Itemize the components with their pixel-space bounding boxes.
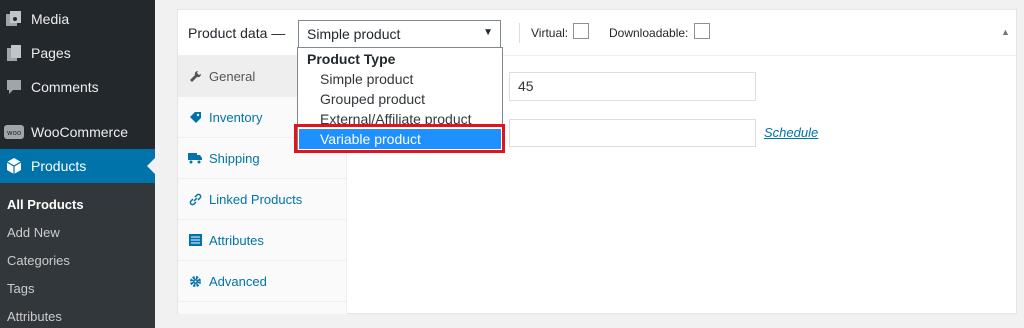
comments-icon xyxy=(4,77,24,97)
sidebar-item-media[interactable]: Media xyxy=(0,2,155,36)
tab-label: Inventory xyxy=(209,109,263,125)
woocommerce-icon: woo xyxy=(4,122,24,142)
tab-advanced[interactable]: Advanced xyxy=(178,261,347,302)
sidebar-item-pages[interactable]: Pages xyxy=(0,36,155,70)
submenu-categories[interactable]: Categories xyxy=(7,253,70,268)
gear-icon xyxy=(188,274,202,288)
sidebar-item-products[interactable]: Products xyxy=(0,149,155,183)
wrench-icon xyxy=(188,69,202,83)
tab-label: Attributes xyxy=(209,232,264,248)
tab-label: General xyxy=(209,68,256,84)
dropdown-group-label: Product Type xyxy=(307,51,396,67)
sidebar-item-label: Comments xyxy=(31,79,99,95)
tab-attributes[interactable]: Attributes xyxy=(178,220,347,261)
virtual-checkbox[interactable] xyxy=(573,23,589,39)
dropdown-option-variable[interactable]: Variable product xyxy=(299,129,501,149)
sidebar-item-label: WooCommerce xyxy=(31,124,128,140)
link-icon xyxy=(188,192,202,206)
submenu-tags[interactable]: Tags xyxy=(7,281,34,296)
truck-icon xyxy=(188,151,202,165)
submenu-all-products[interactable]: All Products xyxy=(7,197,84,212)
products-submenu: All Products Add New Categories Tags Att… xyxy=(0,183,155,328)
product-type-select[interactable]: Simple product ▼ xyxy=(298,20,501,48)
tag-icon xyxy=(188,110,202,124)
downloadable-checkbox[interactable] xyxy=(694,23,710,39)
tab-label: Advanced xyxy=(209,273,267,289)
product-type-value: Simple product xyxy=(307,26,401,42)
collapse-arrow-icon[interactable]: ▲ xyxy=(1001,27,1010,37)
virtual-label: Virtual: xyxy=(531,26,569,40)
product-type-dropdown: Product Type Simple product Grouped prod… xyxy=(297,47,503,151)
tab-label: Linked Products xyxy=(209,191,303,207)
dropdown-option-grouped[interactable]: Grouped product xyxy=(299,89,501,109)
sidebar-item-woocommerce[interactable]: woo WooCommerce xyxy=(0,115,155,149)
downloadable-label: Downloadable: xyxy=(609,26,689,40)
sidebar-item-label: Media xyxy=(31,11,70,27)
sidebar-item-label: Products xyxy=(31,158,87,174)
sidebar-item-comments[interactable]: Comments xyxy=(0,70,155,104)
admin-sidebar: Media Pages Comments woo WooCommerce Pro… xyxy=(0,0,155,328)
tab-linked-products[interactable]: Linked Products xyxy=(178,179,347,220)
svg-text:woo: woo xyxy=(7,129,21,137)
pages-icon xyxy=(4,43,24,63)
header-divider xyxy=(519,23,520,43)
regular-price-input[interactable]: 45 xyxy=(509,72,756,101)
media-icon xyxy=(4,9,24,29)
tab-label: Shipping xyxy=(209,150,260,166)
list-icon xyxy=(188,233,202,247)
dropdown-option-simple[interactable]: Simple product xyxy=(299,69,501,89)
sidebar-item-label: Pages xyxy=(31,45,71,61)
dropdown-option-external[interactable]: External/Affiliate product xyxy=(299,109,501,129)
schedule-link[interactable]: Schedule xyxy=(764,125,818,140)
sale-price-input[interactable] xyxy=(509,119,756,147)
submenu-add-new[interactable]: Add New xyxy=(7,225,60,240)
products-icon xyxy=(4,156,24,176)
submenu-attributes[interactable]: Attributes xyxy=(7,309,62,324)
caret-down-icon: ▼ xyxy=(483,27,493,38)
product-data-title: Product data — xyxy=(188,25,286,41)
